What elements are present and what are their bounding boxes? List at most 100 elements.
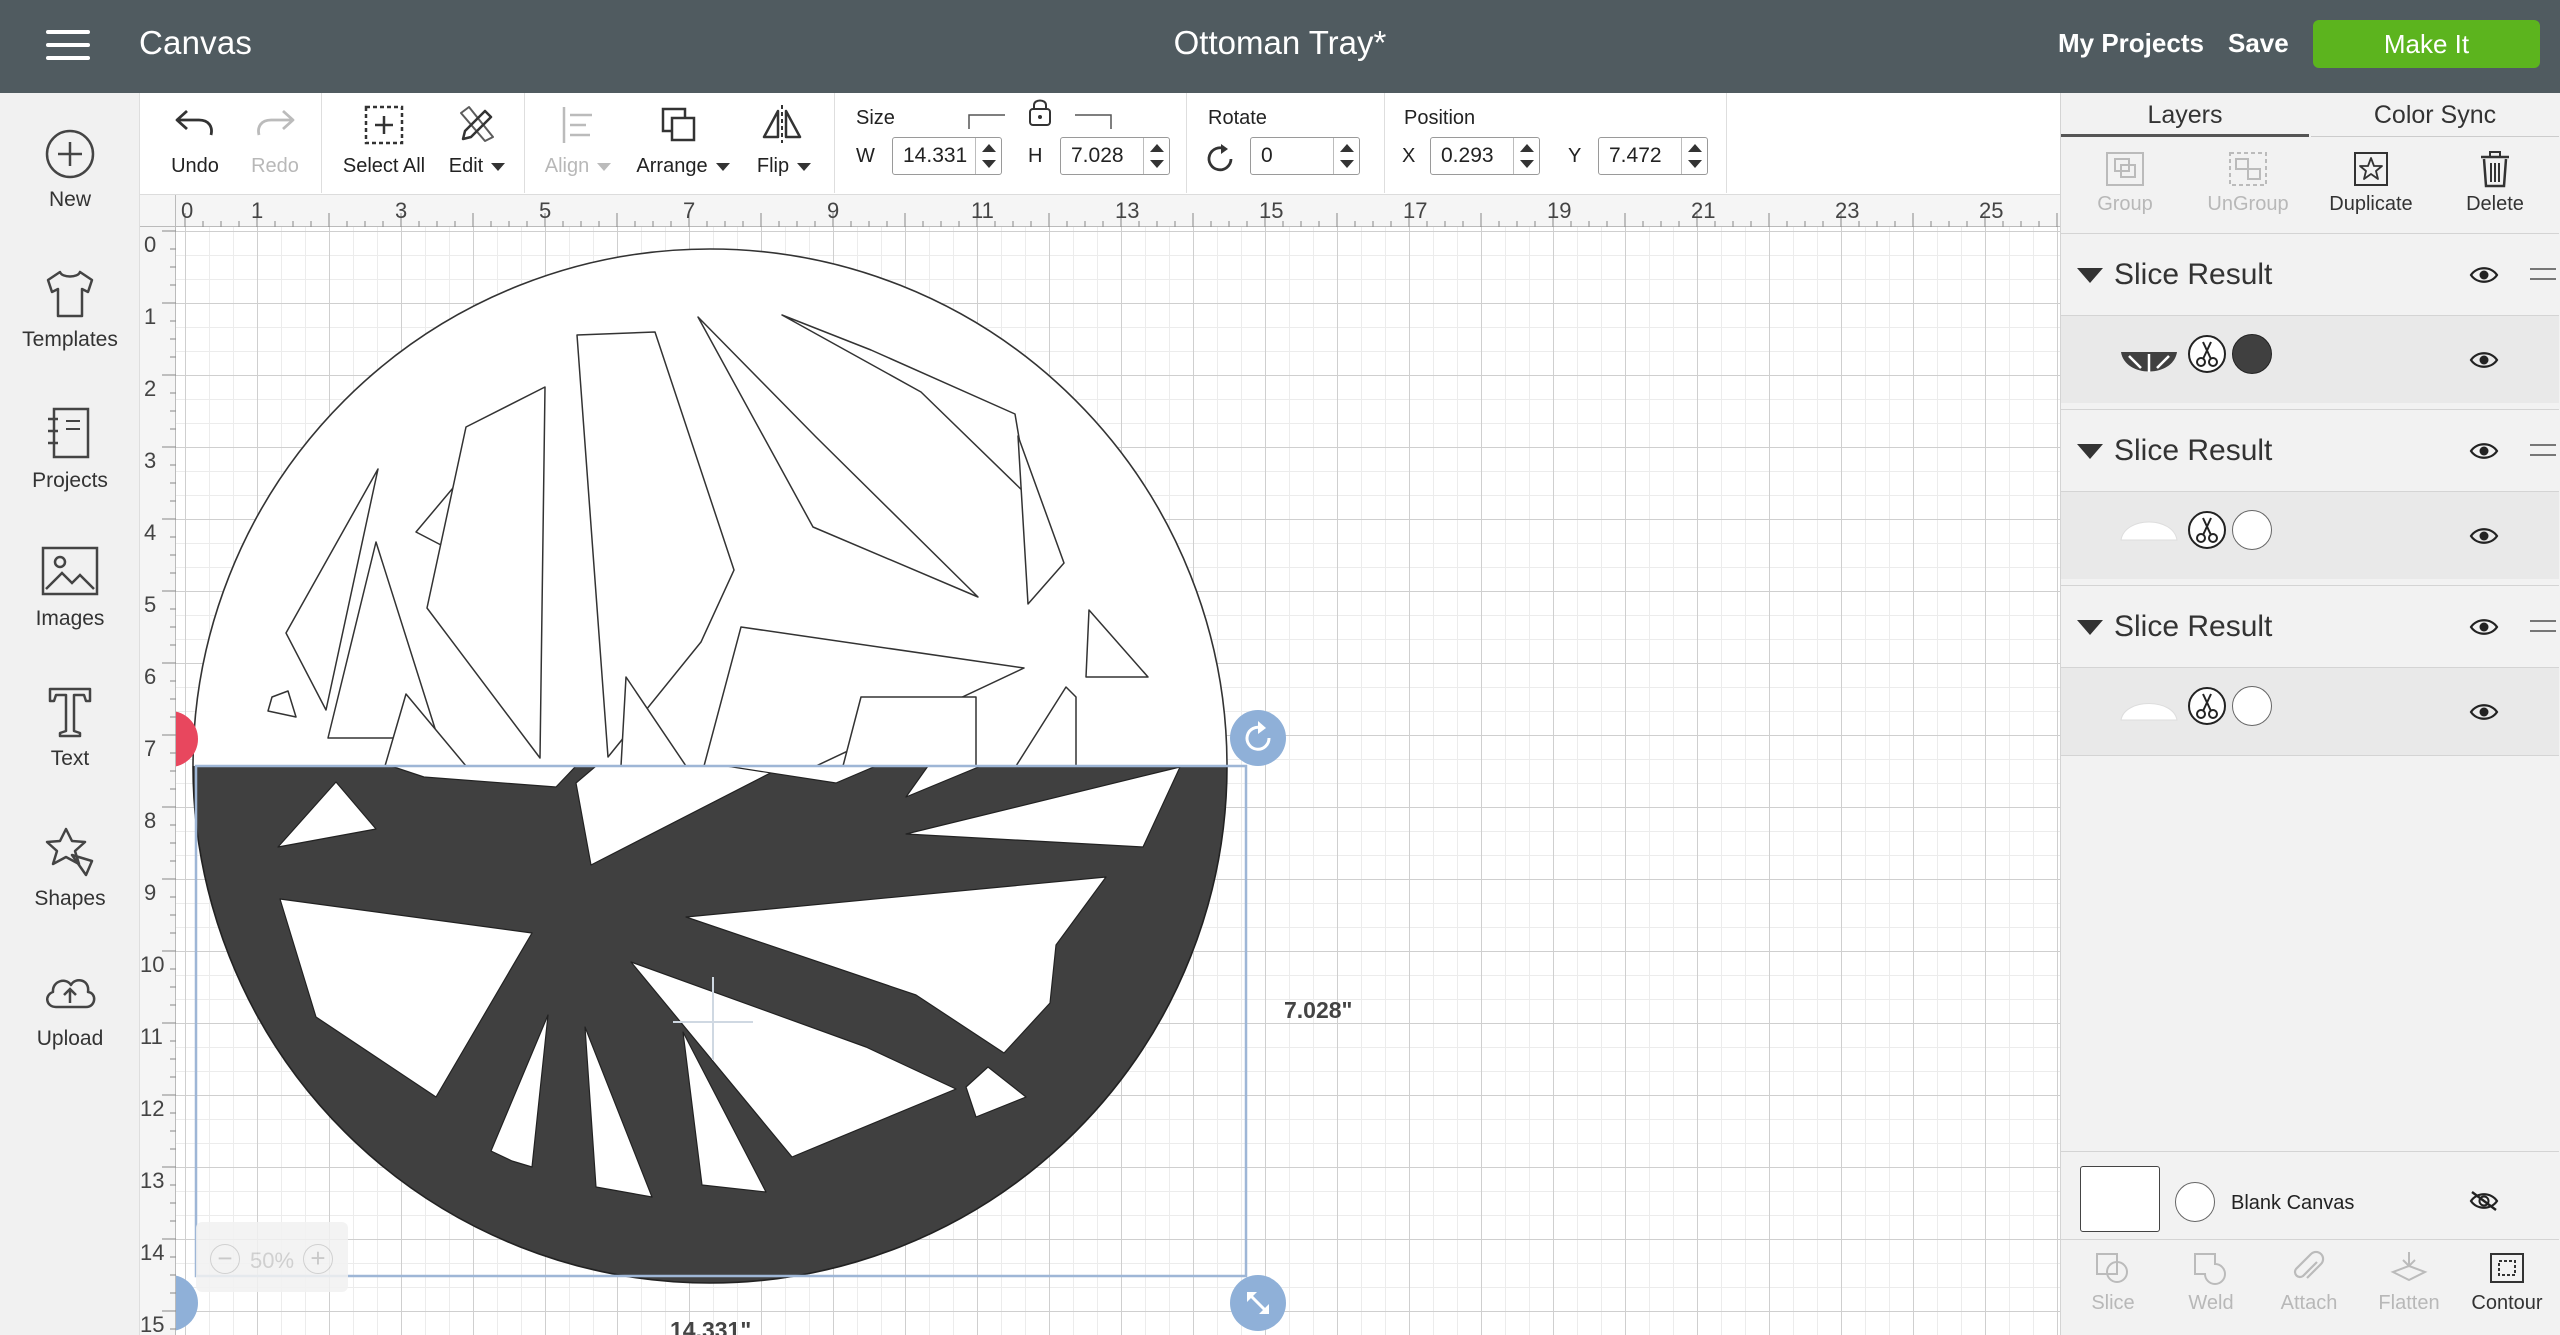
lock-aspect-icon[interactable] <box>965 97 1115 135</box>
height-label: H <box>1028 145 1043 167</box>
sidebar-item-images[interactable]: Images <box>0 545 140 665</box>
redo-button[interactable]: Redo <box>240 93 310 195</box>
height-field[interactable] <box>1060 137 1170 175</box>
sidebar-item-projects[interactable]: Projects <box>0 405 140 525</box>
slice-icon <box>2096 1253 2128 1283</box>
height-input[interactable] <box>1061 138 1145 174</box>
contour-button[interactable]: Contour <box>2459 1250 2555 1315</box>
arrange-icon <box>661 107 696 142</box>
sidebar-item-text[interactable]: Text <box>0 685 140 805</box>
eye-visible-icon[interactable] <box>2469 701 2499 723</box>
height-dimension-label: 7.028" <box>1284 997 1353 1023</box>
group-icon <box>2106 152 2144 186</box>
collapse-triangle-icon[interactable] <box>2077 268 2103 283</box>
drag-handle-icon[interactable] <box>2530 444 2556 456</box>
ruler-number: 17 <box>1403 198 1428 223</box>
x-position-stepper[interactable] <box>1513 138 1539 174</box>
layer-color-swatch[interactable] <box>2232 686 2272 726</box>
eye-visible-icon[interactable] <box>2469 616 2499 638</box>
eye-hidden-icon[interactable] <box>2469 1190 2499 1212</box>
eye-visible-icon[interactable] <box>2469 264 2499 286</box>
drag-handle-icon[interactable] <box>2530 268 2556 280</box>
scale-handle[interactable] <box>1230 1275 1286 1331</box>
edit-dropdown[interactable]: Edit <box>442 93 512 195</box>
sidebar-item-label: Upload <box>36 1027 104 1050</box>
select-all-button[interactable]: Select All <box>336 93 432 195</box>
width-input[interactable] <box>893 138 977 174</box>
lock-handle[interactable] <box>176 1275 198 1331</box>
attach-button[interactable]: Attach <box>2261 1250 2357 1315</box>
scissors-icon <box>2188 687 2226 725</box>
rotate-input[interactable] <box>1251 138 1335 174</box>
ruler-number: 5 <box>539 198 552 223</box>
blank-canvas-row[interactable]: Blank Canvas <box>2061 1151 2559 1233</box>
arrange-dropdown[interactable]: Arrange <box>630 93 736 195</box>
blank-canvas-swatch[interactable] <box>2080 1166 2160 1232</box>
blank-canvas-color[interactable] <box>2175 1182 2215 1222</box>
slice-button[interactable]: Slice <box>2065 1250 2161 1315</box>
layer-thumbnail <box>2121 352 2177 372</box>
contour-icon <box>2490 1253 2524 1283</box>
weld-button[interactable]: Weld <box>2163 1250 2259 1315</box>
sidebar-item-label: Templates <box>22 328 118 351</box>
hamburger-menu-icon[interactable] <box>42 24 94 66</box>
layer-group-name: Slice Result <box>2114 258 2273 291</box>
sidebar-item-templates[interactable]: Templates <box>0 268 140 388</box>
layer-group-row[interactable]: Slice Result <box>2061 409 2559 491</box>
align-dropdown[interactable]: Align <box>538 93 618 195</box>
width-field[interactable] <box>892 137 1002 175</box>
undo-button[interactable]: Undo <box>160 93 230 195</box>
sidebar-item-new[interactable]: New <box>0 128 140 248</box>
layer-item-row[interactable] <box>2061 667 2559 755</box>
width-stepper[interactable] <box>975 138 1001 174</box>
ruler-number: 5 <box>144 592 157 617</box>
chevron-down-icon <box>491 162 506 171</box>
collapse-triangle-icon[interactable] <box>2077 444 2103 459</box>
blank-canvas-label: Blank Canvas <box>2231 1192 2355 1214</box>
rotate-handle[interactable] <box>1230 710 1286 766</box>
delete-button[interactable]: Delete <box>2435 149 2555 216</box>
drag-handle-icon[interactable] <box>2530 620 2556 632</box>
x-position-field[interactable] <box>1430 137 1540 175</box>
tab-layers[interactable]: Layers <box>2061 93 2309 137</box>
y-position-stepper[interactable] <box>1681 138 1707 174</box>
layer-group-row[interactable]: Slice Result <box>2061 233 2559 315</box>
height-stepper[interactable] <box>1143 138 1169 174</box>
align-label: Align <box>544 155 590 177</box>
sidebar-item-shapes[interactable]: Shapes <box>0 825 140 945</box>
layer-item-row[interactable] <box>2061 315 2559 403</box>
eye-visible-icon[interactable] <box>2469 440 2499 462</box>
layer-group-row[interactable]: Slice Result <box>2061 585 2559 667</box>
notebook-icon <box>48 407 90 459</box>
project-title[interactable]: Ottoman Tray* <box>1174 24 1387 61</box>
save-button[interactable]: Save <box>2228 28 2289 59</box>
my-projects-link[interactable]: My Projects <box>2058 28 2204 59</box>
collapse-triangle-icon[interactable] <box>2077 620 2103 635</box>
ungroup-button[interactable]: UnGroup <box>2188 149 2308 216</box>
group-button[interactable]: Group <box>2065 149 2185 216</box>
layer-item-row[interactable] <box>2061 491 2559 579</box>
ruler-number: 1 <box>251 198 264 223</box>
layer-group-name: Slice Result <box>2114 610 2273 643</box>
zoom-in-button[interactable]: + <box>303 1244 333 1274</box>
duplicate-button[interactable]: Duplicate <box>2311 149 2431 216</box>
x-position-input[interactable] <box>1431 138 1515 174</box>
layer-color-swatch[interactable] <box>2232 334 2272 374</box>
image-icon <box>41 546 99 596</box>
rotate-stepper[interactable] <box>1333 138 1359 174</box>
sidebar-item-upload[interactable]: Upload <box>0 965 140 1085</box>
layer-color-swatch[interactable] <box>2232 510 2272 550</box>
zoom-out-button[interactable]: − <box>210 1244 240 1274</box>
y-position-field[interactable] <box>1598 137 1708 175</box>
tab-color-sync[interactable]: Color Sync <box>2311 93 2559 137</box>
eye-visible-icon[interactable] <box>2469 349 2499 371</box>
flip-dropdown[interactable]: Flip <box>746 93 822 195</box>
flatten-button[interactable]: Flatten <box>2361 1250 2457 1315</box>
make-it-button[interactable]: Make It <box>2313 20 2540 68</box>
delete-label: Delete <box>2466 193 2524 215</box>
design-canvas[interactable]: 7.028" 14.331" − 50% + <box>176 227 2060 1335</box>
rotate-field[interactable] <box>1250 137 1360 175</box>
y-position-input[interactable] <box>1599 138 1683 174</box>
eye-visible-icon[interactable] <box>2469 525 2499 547</box>
ruler-number: 13 <box>140 1168 165 1193</box>
